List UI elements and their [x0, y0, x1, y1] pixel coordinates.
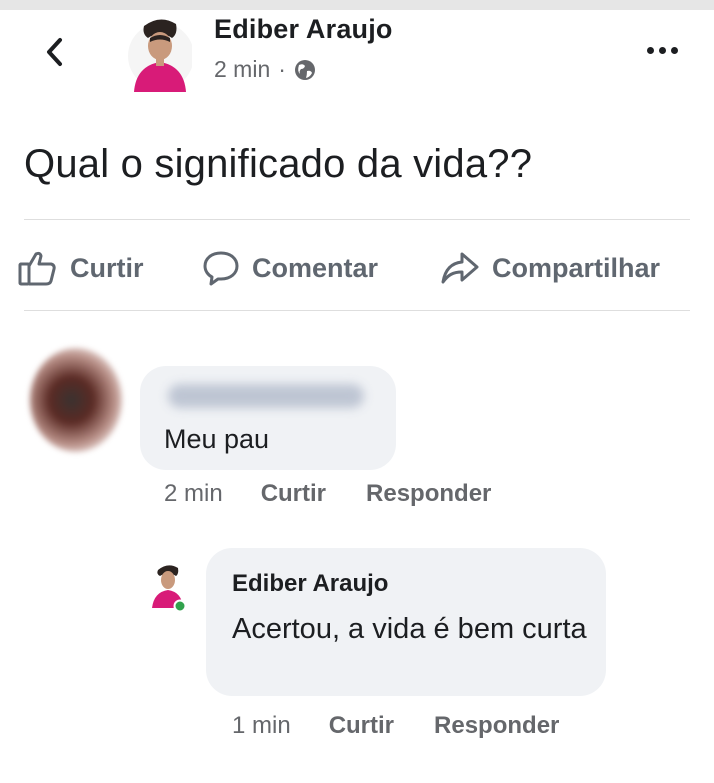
online-status-icon	[173, 599, 187, 613]
divider	[24, 219, 690, 220]
comment-label: Comentar	[252, 252, 379, 283]
comment-text: Meu pau	[164, 424, 270, 454]
reply-text: Acertou, a vida é bem curta	[232, 613, 587, 645]
reply-time[interactable]: 1 min	[232, 712, 291, 740]
more-horizontal-icon	[646, 46, 654, 54]
share-arrow-icon	[441, 252, 479, 284]
comment-meta: 2 min Curtir Responder	[164, 480, 531, 508]
author-avatar[interactable]	[126, 12, 194, 94]
post-time[interactable]: 2 min	[214, 56, 270, 83]
like-label: Curtir	[70, 252, 144, 283]
post-meta: 2 min ·	[214, 56, 316, 83]
share-label: Compartilhar	[492, 252, 661, 283]
back-button[interactable]	[34, 30, 74, 74]
post-action-bar: Curtir Comentar Compartilhar	[18, 244, 708, 292]
comment-reply-button[interactable]: Responder	[366, 480, 491, 508]
divider	[24, 310, 690, 311]
reply-like-button[interactable]: Curtir	[329, 712, 394, 740]
meta-separator: ·	[278, 56, 286, 82]
comment-button[interactable]: Comentar	[202, 244, 378, 292]
commenter-name-blurred	[168, 384, 364, 408]
more-horizontal-icon-dot	[658, 46, 666, 54]
status-bar-shade	[0, 0, 714, 10]
post-text: Qual o significado da vida??	[24, 142, 533, 186]
reply-author-avatar[interactable]	[150, 562, 187, 614]
comment-bubble-icon	[203, 251, 239, 286]
thumbs-up-icon	[18, 251, 56, 286]
comment-time[interactable]: 2 min	[164, 480, 223, 508]
share-button[interactable]: Compartilhar	[440, 244, 660, 292]
commenter-avatar-blurred[interactable]	[30, 348, 122, 452]
chevron-left-icon	[47, 38, 62, 66]
more-horizontal-icon-dot	[670, 46, 678, 54]
reply-reply-button[interactable]: Responder	[434, 712, 559, 740]
comment-like-button[interactable]: Curtir	[261, 480, 326, 508]
post-author-name[interactable]: Ediber Araujo	[214, 14, 393, 45]
reply-author-name[interactable]: Ediber Araujo	[232, 570, 388, 598]
more-options-button[interactable]	[638, 38, 686, 62]
globe-icon	[294, 59, 315, 80]
reply-meta: 1 min Curtir Responder	[232, 712, 599, 740]
like-button[interactable]: Curtir	[18, 244, 144, 292]
